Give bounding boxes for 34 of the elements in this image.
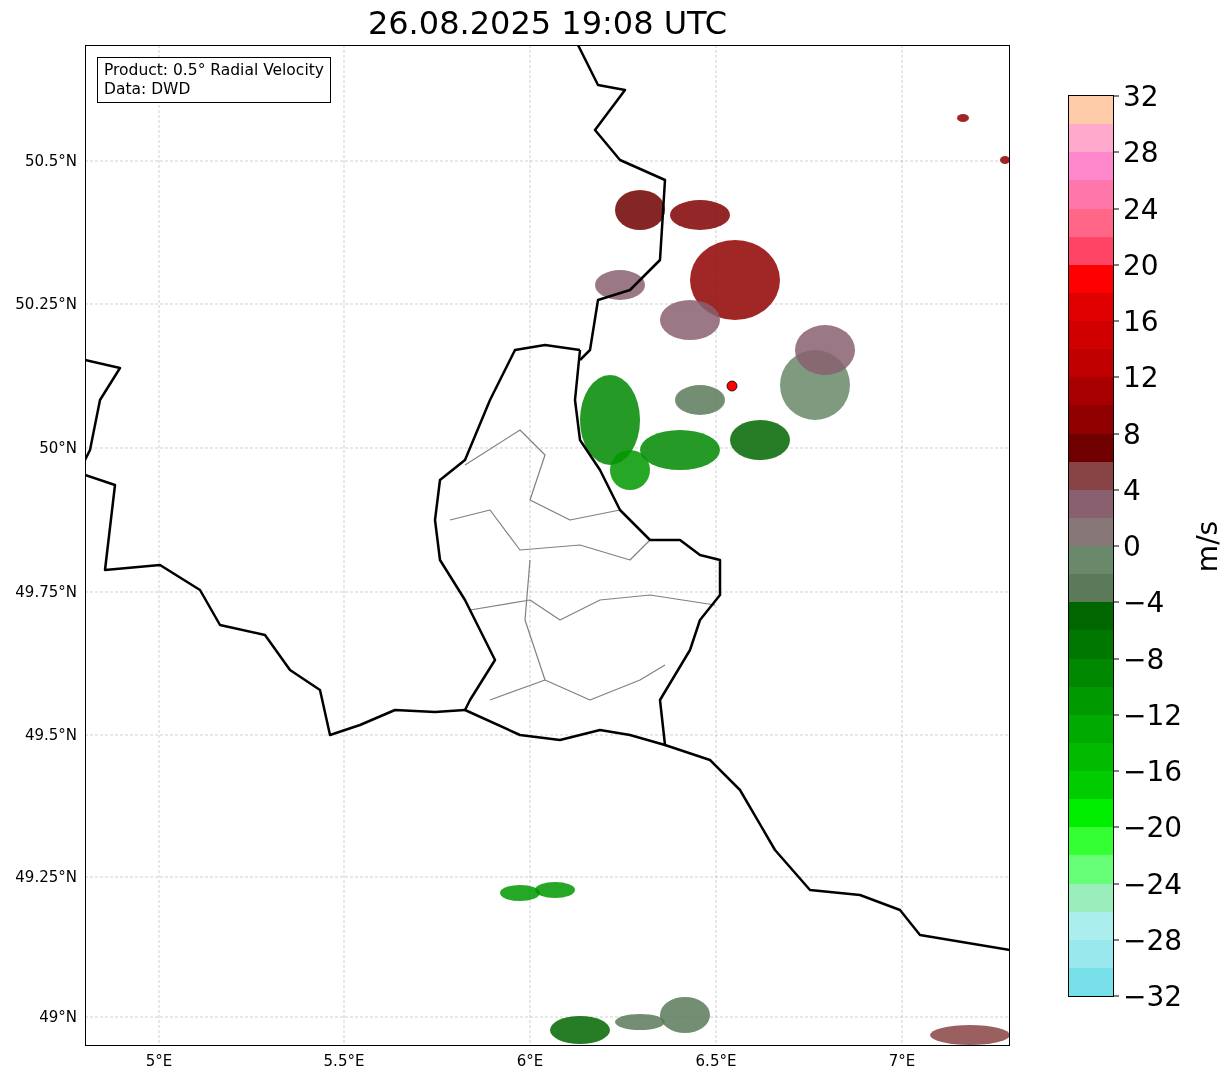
colorbar-tick-label: 32 [1123, 79, 1159, 113]
longitude-label: 7°E [888, 1052, 916, 1070]
colorbar-unit-label: m/s [1191, 520, 1225, 573]
colorbar-tick-label: 0 [1123, 529, 1141, 563]
colorbar-tick-label: −28 [1123, 923, 1183, 957]
colorbar-tick-label: 20 [1123, 248, 1159, 282]
latitude-label: 49.25°N [15, 868, 77, 886]
colorbar-tick-label: 28 [1123, 135, 1159, 169]
longitude-label: 5°E [145, 1052, 173, 1070]
colorbar-tick-label: −8 [1123, 642, 1165, 675]
longitude-label: 6.5°E [695, 1052, 737, 1070]
colorbar-tick-label: −24 [1123, 867, 1183, 900]
colorbar-tick-label: −20 [1123, 810, 1183, 844]
colorbar-tick-label: −12 [1123, 698, 1183, 732]
colorbar-tick-label: −4 [1123, 585, 1165, 619]
info-text: Data: DWD [104, 80, 192, 99]
chart-title: 26.08.2025 19:08 UTC [366, 4, 729, 42]
colorbar-tick-label: 24 [1123, 192, 1159, 225]
colorbar-tick-label: −16 [1123, 754, 1183, 788]
colorbar-tick-label: 16 [1123, 304, 1159, 338]
latitude-label: 49°N [39, 1008, 77, 1026]
colorbar-tick-label: 12 [1123, 360, 1159, 394]
latitude-label: 49.75°N [15, 583, 77, 601]
longitude-label: 6°E [516, 1052, 544, 1070]
latitude-label: 50.5°N [24, 152, 77, 170]
latitude-label: 50.25°N [15, 295, 77, 313]
latitude-label: 50°N [39, 439, 77, 457]
colorbar-tick-label: −32 [1123, 979, 1183, 1013]
radar-site-marker [726, 380, 738, 392]
longitude-label: 5.5°E [323, 1052, 365, 1070]
info-text: Product: 0.5° Radial Velocity [104, 61, 324, 80]
latitude-label: 49.5°N [24, 726, 77, 744]
colorbar-tick-label: 8 [1123, 417, 1141, 450]
colorbar-tick-label: 4 [1123, 473, 1141, 507]
